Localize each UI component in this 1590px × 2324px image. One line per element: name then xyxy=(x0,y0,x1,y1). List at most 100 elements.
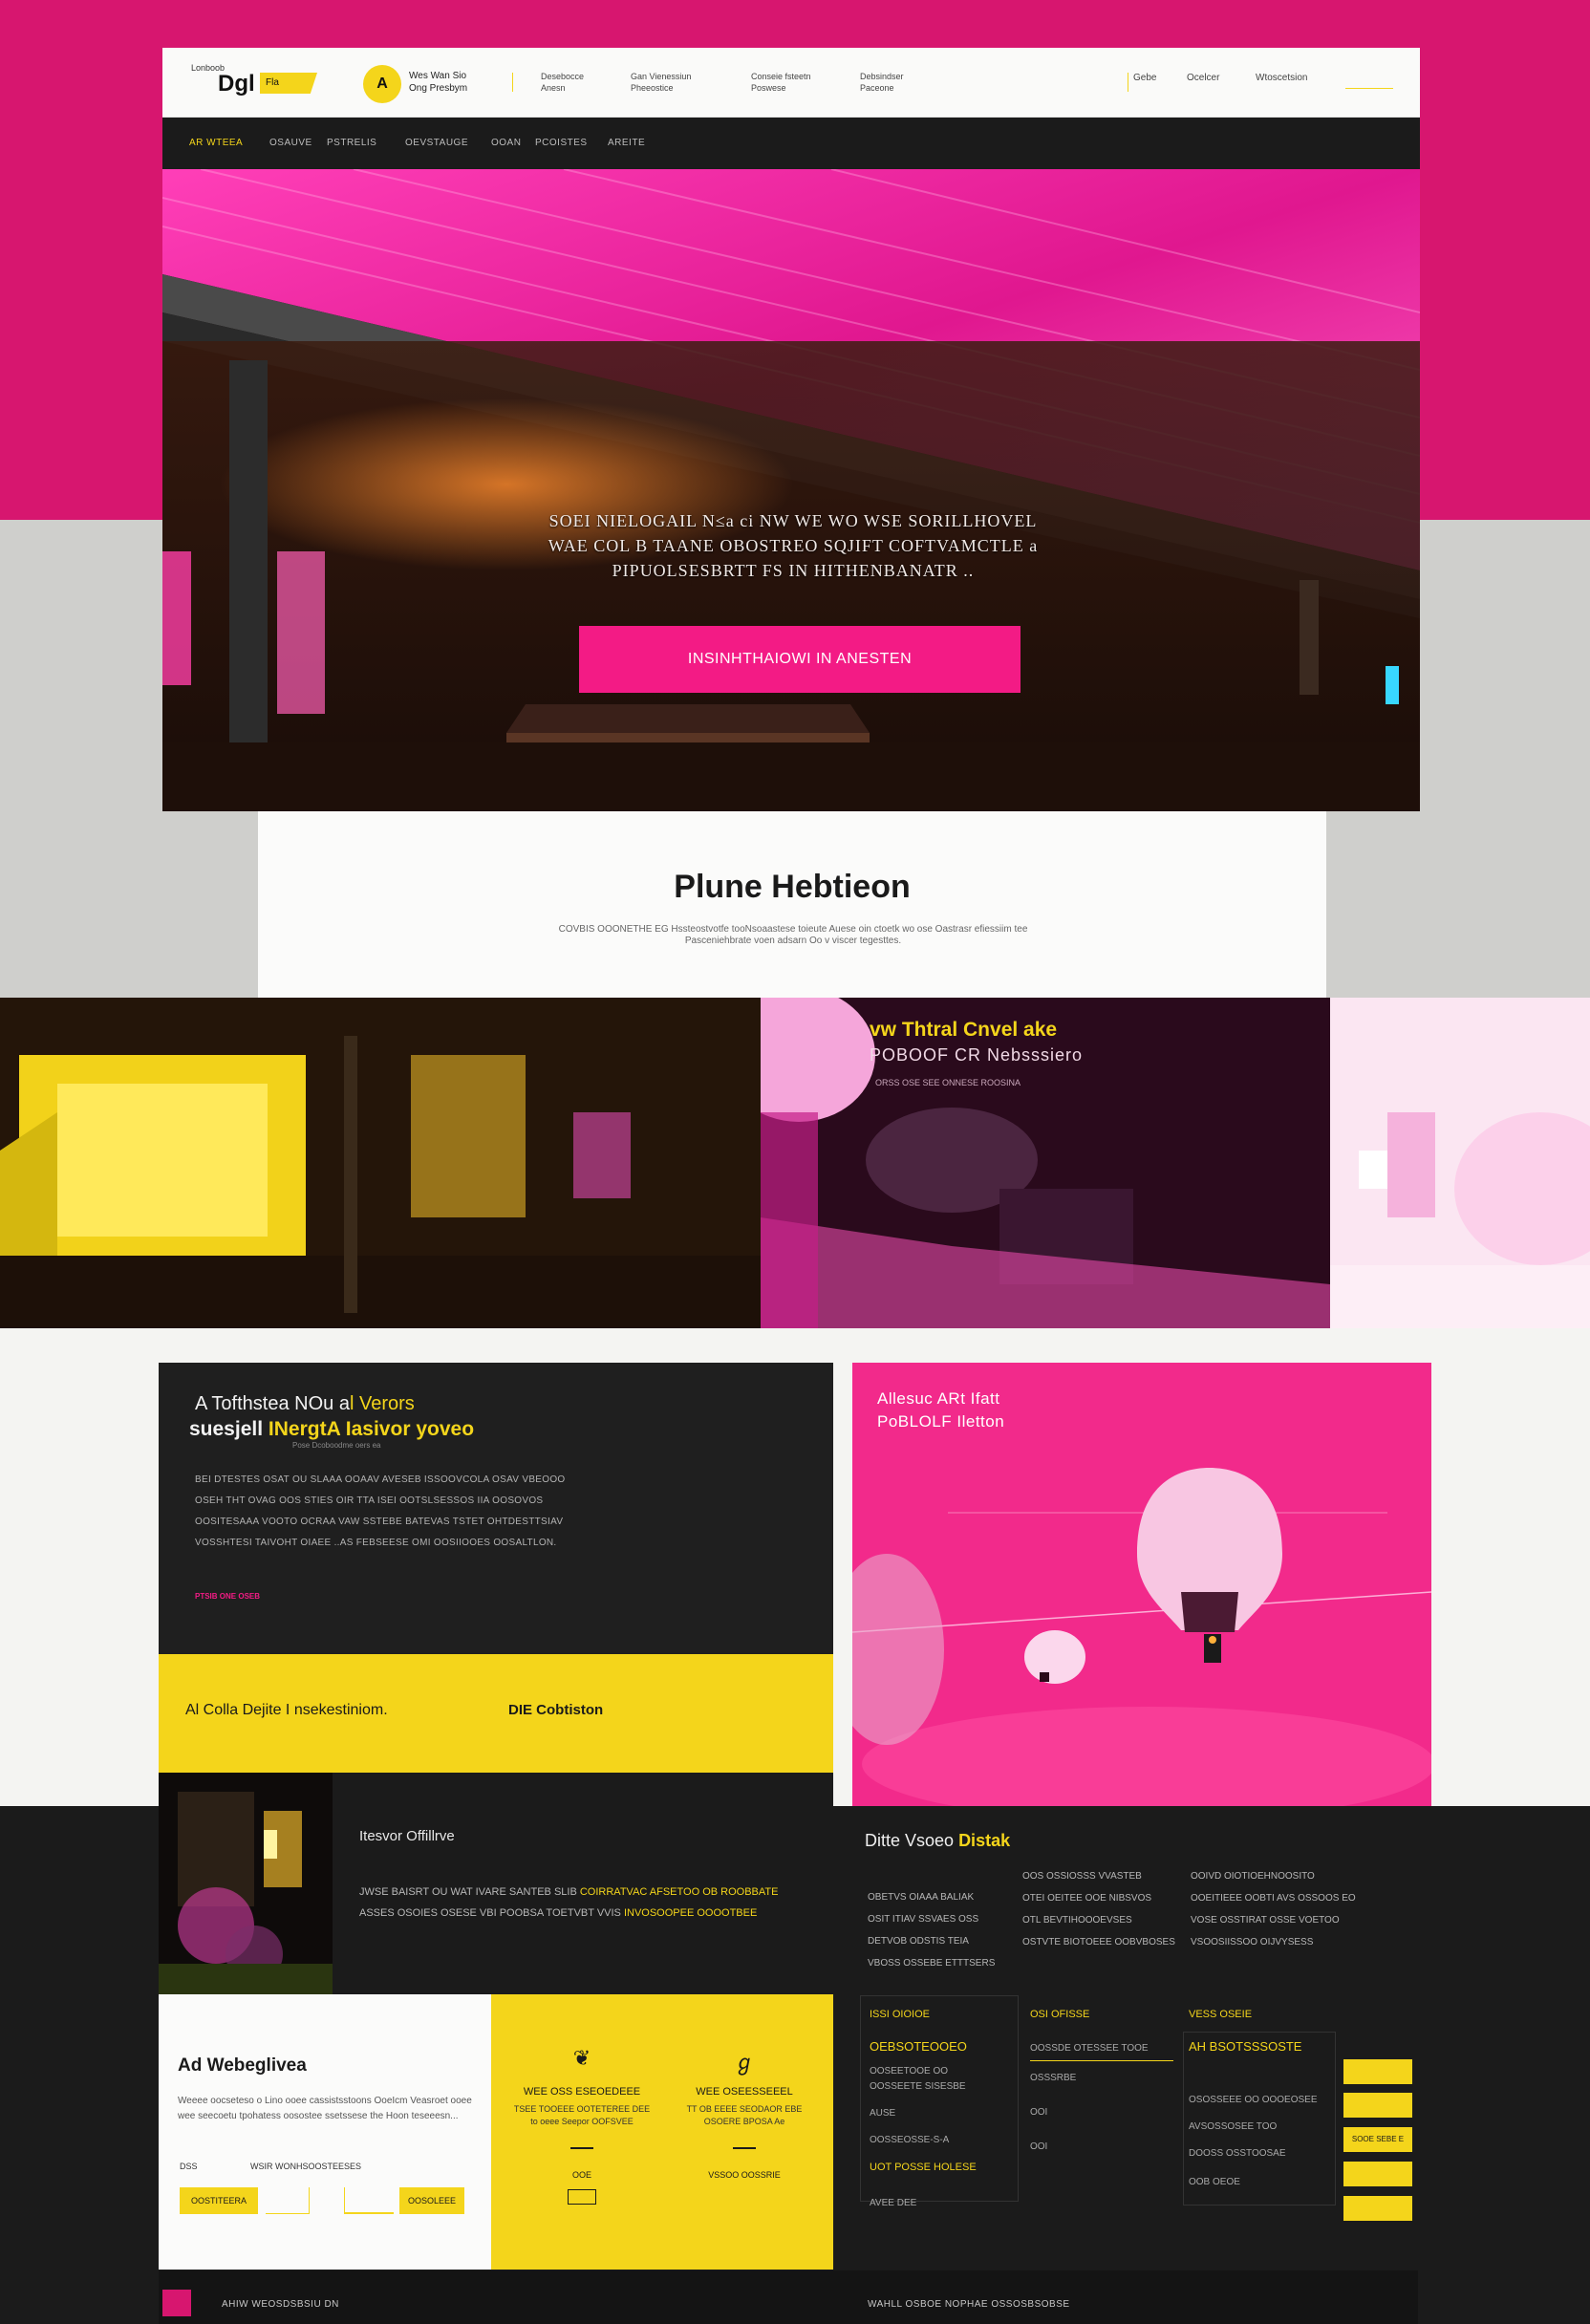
feature-title-line-2: suesjell INergtA Iasivor yoveo xyxy=(189,1418,474,1441)
feature-tiny-text: Pose Dcoboodme oers ea xyxy=(292,1441,381,1450)
footer-logo[interactable] xyxy=(162,2290,191,2316)
info-2-line-2: OSSSRBE xyxy=(1030,2073,1077,2083)
detail-2-line-3: OTL BEVTIHOOOEVSES xyxy=(1022,1915,1132,1926)
gallery-image-pink-room[interactable]: vw Thtral Cnvel ake POBOOF CR Nebsssiero… xyxy=(761,998,1330,1328)
card-yellow-extra-2: VSSOO OOSSRIE xyxy=(708,2170,781,2180)
card-white-button-1[interactable]: OOSTITEERA xyxy=(180,2187,258,2214)
info-column-3: VESS OSEIE AH BSOTSSSOSTE OSOSSEEE OO OO… xyxy=(1189,2007,1332,2190)
gallery-small-text: ORSS OSE SEE ONNESE ROOSINA xyxy=(875,1078,1021,1087)
detail-column-3: OOIVD OIOTIOEHNOOSITO OOEITIEEE OOBTI AV… xyxy=(1191,1865,1401,1953)
side-button-4[interactable] xyxy=(1343,2162,1412,2186)
info-2-line-1[interactable]: OOSSDE OTESSEE TOOE xyxy=(1030,2041,1173,2061)
script-g-icon: ℊ xyxy=(733,2051,755,2075)
nav-item-7[interactable]: AREITE xyxy=(608,138,645,148)
story-body-line-2: ASSES OSOIES OSESE VBI POOBSA TOETVBT VV… xyxy=(359,1903,808,1924)
card-yellow-sub-1: TSEE TOOEEE OOTETEREE DEE to oeee Seepor… xyxy=(513,2104,651,2126)
intro-text: COVBIS OOONETHE EG Hssteostvotfe tooNsoa… xyxy=(558,924,1028,946)
hero-headline-line-3: PIPUOLSESBRTT FS IN HITHENBANATR .. xyxy=(612,561,975,580)
info-2-line-3: OOI xyxy=(1030,2107,1048,2118)
yellow-banner-left-text[interactable]: Al Colla Dejite I nsekestiniom. xyxy=(185,1702,388,1719)
card-yellow-column-1[interactable]: ❦ WEE OSS ESEOEDEEE TSEE TOOEEE OOTETERE… xyxy=(510,2046,654,2205)
side-button-2[interactable] xyxy=(1343,2093,1412,2118)
feature-title-2a: suesjell xyxy=(189,1418,269,1440)
logo[interactable]: Lonboob Dgl Fla xyxy=(191,63,325,101)
gallery-image-3 xyxy=(1330,998,1590,1328)
logo-text: Dgl xyxy=(218,71,255,97)
nav-item-4[interactable]: OEVSTAUGE xyxy=(405,138,468,148)
site-header: Lonboob Dgl Fla A Wes Wan Sio Ong Presby… xyxy=(162,48,1420,118)
header-nav-1[interactable]: Gebe xyxy=(1133,73,1156,83)
info-column-1: ISSI OIOIOE OEBSOTEOOEO OOSEETOOE OO OOS… xyxy=(870,2007,1013,2211)
feature-card-dark: A Tofthstea NOu al Verors suesjell INerg… xyxy=(159,1363,833,1654)
header-link-4[interactable]: Debsindser Paceone xyxy=(860,71,965,94)
detail-title-a: Ditte Vsoeo xyxy=(865,1831,959,1850)
card-yellow-divider-2 xyxy=(733,2147,756,2149)
detail-3-line-4: VSOOSIISSOO OIJVYSESS xyxy=(1191,1937,1314,1947)
hero-headline-line-2: WAE COL B TAANE OBOSTREO SQJIFT COFTVAMC… xyxy=(548,536,1039,555)
nav-item-6[interactable]: PCOISTES xyxy=(535,138,588,148)
feature-card-pink[interactable]: Allesuc ARt Ifatt PoBLOLF Iletton xyxy=(852,1363,1431,1806)
header-link-3[interactable]: Conseie fsteetn Poswese xyxy=(751,71,856,94)
feature-link[interactable]: PTSIB ONE OSEB xyxy=(195,1592,260,1601)
badge-line-1: Wes Wan Sio xyxy=(409,71,467,81)
info-1-line-2: OOSSEETE SISESBE xyxy=(870,2081,966,2092)
story-title: Itesvor Offillrve xyxy=(359,1828,455,1844)
card-yellow-column-2[interactable]: ℊ WEE OSEESSEEEL TT OB EEEE SEODAOR EBE … xyxy=(673,2046,816,2182)
hero-cta-button[interactable]: INSINHTHAIOWI IN ANESTEN xyxy=(579,626,1021,693)
info-1-line-5[interactable]: UOT POSSE HOLESE xyxy=(870,2160,1013,2175)
detail-3-line-3: VOSE OSSTIRAT OSSE VOETOO xyxy=(1191,1915,1340,1926)
side-button-1[interactable] xyxy=(1343,2059,1412,2084)
detail-2-line-1: OOS OSSIOSSS VVASTEB xyxy=(1022,1871,1142,1882)
story-body-1a: JWSE BAISRT OU WAT IVARE SANTEB SLIB xyxy=(359,1886,580,1898)
header-nav-3[interactable]: Wtoscetsion xyxy=(1256,73,1307,83)
card-white-button-2[interactable]: OOSOLEEE xyxy=(399,2187,464,2214)
info-2-line-4: OOI xyxy=(1030,2141,1048,2152)
header-link-4-line-1: Debsindser xyxy=(860,72,904,81)
card-yellow-sub-2: TT OB EEEE SEODAOR EBE OSOERE BPOSA Ae xyxy=(686,2104,803,2126)
intro-title: Plune Hebtieon xyxy=(674,869,911,905)
gallery-subtitle: POBOOF CR Nebsssiero xyxy=(870,1045,1084,1065)
gallery-image-white-room[interactable] xyxy=(1330,998,1590,1328)
header-nav-2[interactable]: Ocelcer xyxy=(1187,73,1219,83)
footer-right-text: WAHLL OSBOE NOPHAE OSSOSBSOBSE xyxy=(868,2299,1070,2310)
yellow-banner-right-text[interactable]: DIE Cobtiston xyxy=(508,1702,603,1718)
story-image-art xyxy=(159,1773,333,1994)
header-link-2[interactable]: Gan Vienessiun Pheeostice xyxy=(631,71,736,94)
header-link-4-line-2: Paceone xyxy=(860,83,894,93)
side-button-5[interactable] xyxy=(1343,2196,1412,2221)
badge-line-2: Ong Presbym xyxy=(409,83,468,94)
info-1-bottom: AVEE DEE xyxy=(870,2198,917,2208)
info-column-2: OSI OFISSE OOSSDE OTESSEE TOOE OSSSRBE O… xyxy=(1030,2007,1173,2155)
card-white-label-1: DSS xyxy=(180,2162,198,2171)
header-badge[interactable]: A Wes Wan Sio Ong Presbym xyxy=(363,63,487,105)
main-nav: AR WTEEA OSAUVE PSTRELIS OEVSTAUGE OOAN … xyxy=(162,118,1420,169)
info-1-line-1: OOSEETOOE OO xyxy=(870,2066,949,2077)
nav-item-3[interactable]: PSTRELIS xyxy=(327,138,376,148)
detail-2-line-2: OTEI OEITEE OOE NIBSVOS xyxy=(1022,1893,1152,1904)
nav-item-1[interactable]: AR WTEEA xyxy=(189,138,243,148)
detail-1-line-4: VBOSS OSSEBE ETTTSERS xyxy=(868,1958,996,1969)
bird-icon: ❦ xyxy=(572,2046,591,2070)
info-1-line-3: AUSE xyxy=(870,2108,896,2119)
story-image[interactable] xyxy=(159,1773,333,1994)
info-1-title: OEBSOTEOOEO xyxy=(870,2039,967,2054)
card-white-button-outline-2[interactable] xyxy=(344,2187,394,2214)
detail-title-b: Distak xyxy=(958,1831,1011,1850)
side-button-3[interactable]: SOOE SEBE E xyxy=(1343,2127,1412,2152)
card-white-title: Ad Webeglivea xyxy=(178,2055,307,2076)
footer-left-text: AHIW WEOSDSBSIU DN xyxy=(222,2299,339,2310)
card-white-button-outline[interactable] xyxy=(266,2187,310,2214)
hero-image xyxy=(162,169,1420,811)
detail-3-line-1: OOIVD OIOTIOEHNOOSITO xyxy=(1191,1871,1315,1882)
card-white: Ad Webeglivea Weeee oocseteso o Lino ooe… xyxy=(159,1994,491,2270)
nav-item-2[interactable]: OSAUVE xyxy=(269,138,312,148)
gallery: vw Thtral Cnvel ake POBOOF CR Nebsssiero… xyxy=(0,998,1590,1328)
feature-title-1b: l Verors xyxy=(349,1393,415,1414)
info-3-heading: VESS OSEIE xyxy=(1189,2009,1253,2020)
info-3-line-3: DOOSS OSSTOOSAE xyxy=(1189,2148,1286,2159)
hero-section: SOEI NIELOGAIL N≤a ci NW WE WO WSE SORIL… xyxy=(162,169,1420,811)
gallery-image-yellow-room[interactable] xyxy=(0,998,761,1328)
feature-body-line-2: OSEH THT OVAG OOS STIES OIR TTA ISEI OOT… xyxy=(195,1496,544,1506)
story-body-line-1: JWSE BAISRT OU WAT IVARE SANTEB SLIB COI… xyxy=(359,1882,808,1903)
nav-item-5[interactable]: OOAN xyxy=(491,138,521,148)
